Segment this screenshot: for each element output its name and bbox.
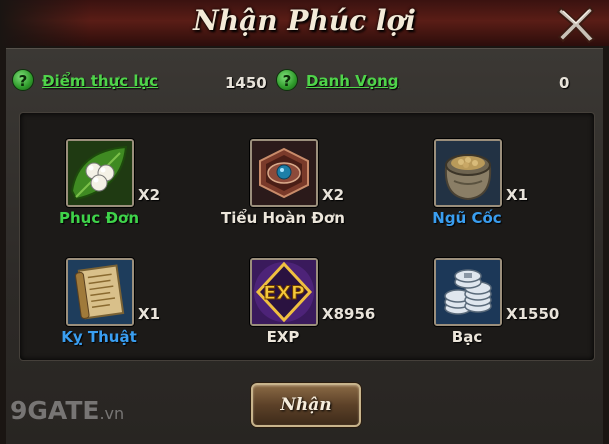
reward-name: Kỵ Thuật [61, 328, 137, 346]
reward-icon-frame [66, 139, 134, 207]
pearl-leaf-icon [68, 141, 132, 205]
reward-name: EXP [266, 328, 300, 346]
reward-icon-frame: EXP [250, 258, 318, 326]
claim-button[interactable]: Nhận [251, 383, 361, 427]
reward-item[interactable]: X1550 Bạc [390, 258, 559, 368]
reward-item[interactable]: EXP X8956 EXP [206, 258, 375, 368]
reward-item[interactable]: X2 Phục Đơn [22, 139, 182, 249]
reward-item[interactable]: X1 Kỵ Thuật [22, 258, 182, 368]
grain-sack-icon [436, 141, 500, 205]
reward-name: Bạc [451, 328, 483, 346]
close-icon [556, 5, 596, 44]
prestige-label[interactable]: Danh Vọng [306, 72, 398, 90]
reward-name: Phục Đơn [58, 209, 140, 227]
scroll-icon [68, 260, 132, 324]
help-icon[interactable]: ? [12, 69, 34, 91]
reward-icon-frame [66, 258, 134, 326]
dialog-title-bar: Nhận Phúc lợi [0, 0, 609, 46]
reward-quantity: X1 [506, 186, 529, 204]
prestige-value: 0 [559, 74, 570, 92]
pill-box-icon [252, 141, 316, 205]
watermark-brand: 9GATE [10, 396, 100, 425]
watermark: 9GATE.vn [10, 396, 124, 425]
silver-coins-icon [436, 260, 500, 324]
reward-icon-frame [250, 139, 318, 207]
strength-label[interactable]: Điểm thực lực [42, 72, 158, 90]
reward-item[interactable]: X2 Tiểu Hoàn Đơn [206, 139, 366, 249]
reward-quantity: X1 [138, 305, 161, 323]
close-button[interactable] [555, 4, 597, 44]
dialog-title: Nhận Phúc lợi [193, 4, 416, 37]
strength-value: 1450 [225, 74, 267, 92]
svg-text:EXP: EXP [263, 282, 305, 304]
reward-icon-frame [434, 258, 502, 326]
reward-item[interactable]: X1 Ngũ Cốc [390, 139, 550, 249]
reward-icon-frame [434, 139, 502, 207]
reward-name: Tiểu Hoàn Đơn [221, 209, 345, 227]
watermark-suffix: .vn [99, 404, 125, 423]
reward-name: Ngũ Cốc [432, 209, 502, 227]
exp-badge-icon: EXP [252, 260, 316, 324]
reward-quantity: X8956 [322, 305, 376, 323]
reward-quantity: X2 [138, 186, 161, 204]
reward-quantity: X1550 [506, 305, 560, 323]
reward-quantity: X2 [322, 186, 345, 204]
help-icon[interactable]: ? [276, 69, 298, 91]
